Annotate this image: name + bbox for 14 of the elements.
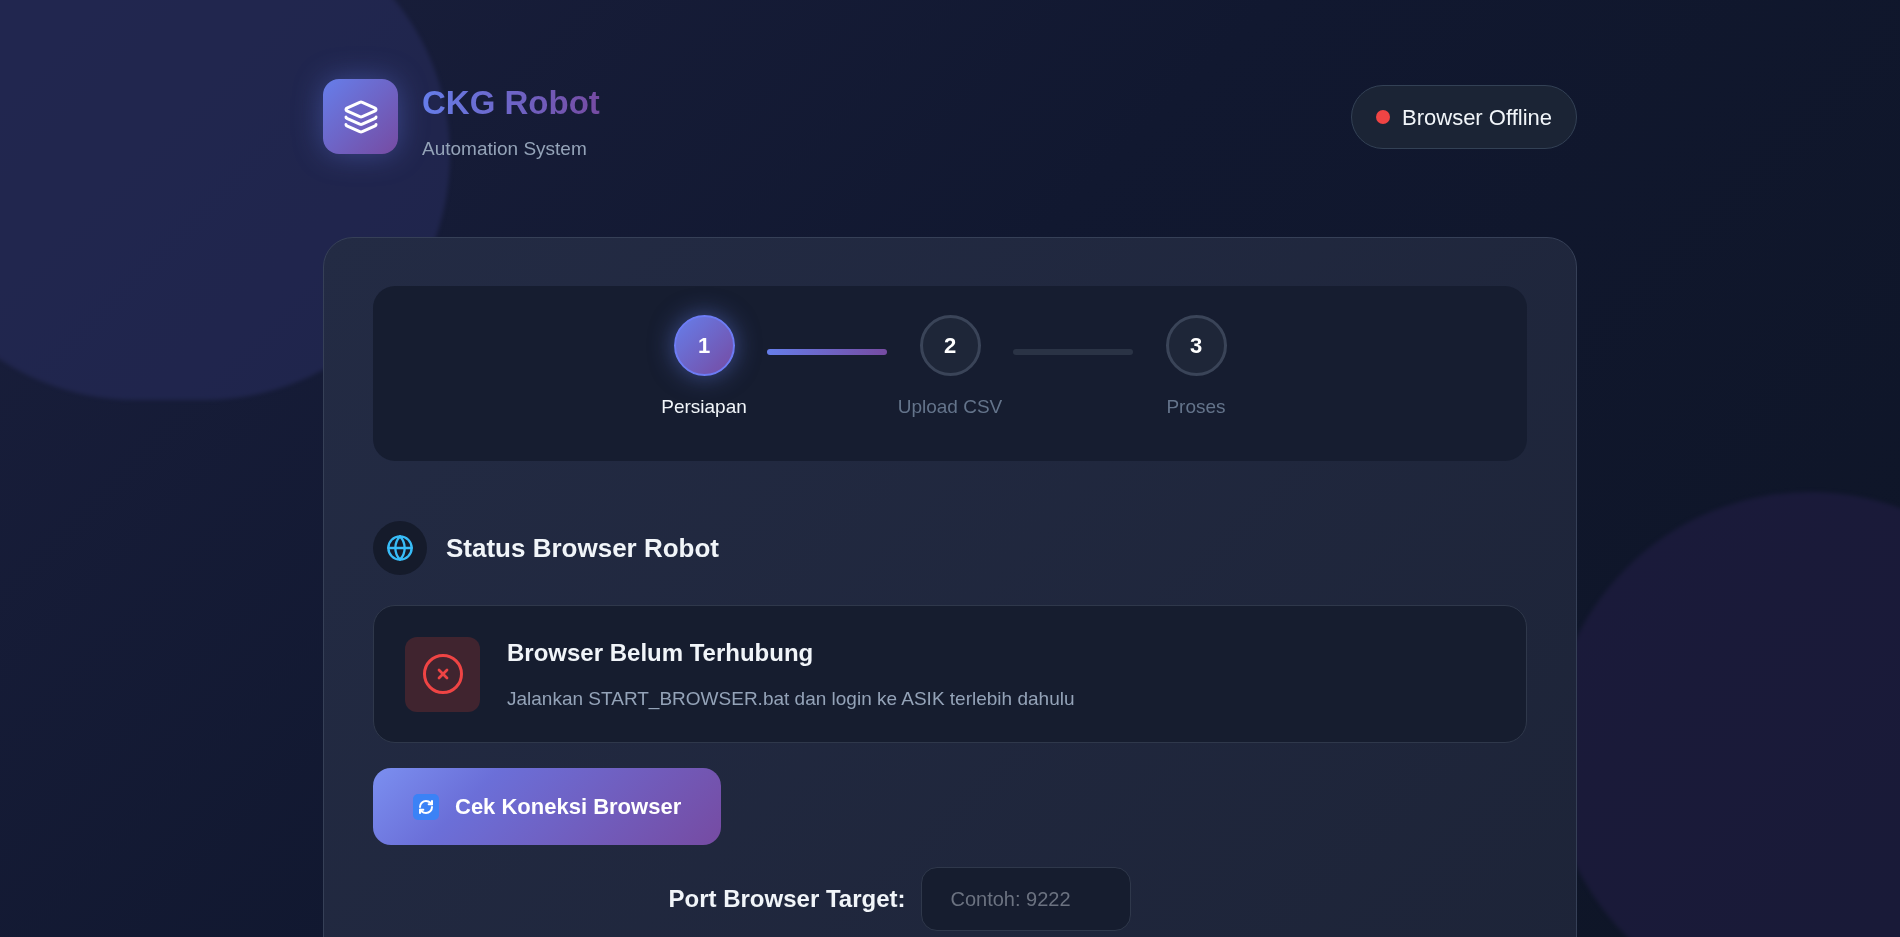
- status-description: Jalankan START_BROWSER.bat dan login ke ASIK terlebih dahulu: [507, 686, 1075, 712]
- step-label: Persiapan: [661, 395, 747, 420]
- step-label: Proses: [1166, 395, 1226, 420]
- refresh-icon: [413, 793, 439, 820]
- port-input-field[interactable]: Contoh: 9222: [921, 867, 1132, 932]
- globe-icon: [386, 534, 414, 563]
- status-label: Browser Offline: [1402, 103, 1552, 132]
- step-label: Upload CSV: [897, 395, 1003, 420]
- check-connection-button[interactable]: Cek Koneksi Browser: [373, 768, 722, 846]
- app-subtitle: Automation System: [422, 136, 588, 161]
- port-label: Port Browser Target:: [668, 884, 906, 915]
- section-title: Status Browser Robot: [446, 531, 720, 565]
- layers-icon: [342, 98, 379, 135]
- status-title: Browser Belum Terhubung: [507, 637, 815, 668]
